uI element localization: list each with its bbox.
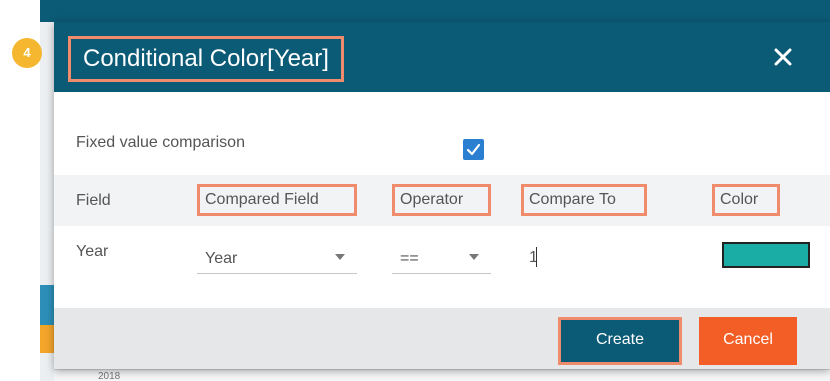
background-chart-segment [40, 285, 54, 325]
close-icon[interactable] [770, 44, 796, 70]
compared-field-select[interactable]: Year [197, 244, 357, 274]
compare-to-input[interactable] [521, 243, 647, 273]
operator-value: == [400, 250, 419, 267]
checkmark-icon [466, 143, 481, 156]
create-button[interactable]: Create [558, 317, 682, 365]
row-field-label: Year [76, 243, 109, 260]
caret-down-icon [469, 254, 479, 260]
dialog-header: Conditional Color[Year] [54, 22, 830, 92]
background-chart-segment [40, 325, 54, 353]
background-year-label: 2018 [98, 371, 121, 381]
background-table-row [54, 369, 830, 381]
column-header-operator: Operator [392, 184, 491, 216]
conditional-color-dialog: Conditional Color[Year] Fixed value comp… [54, 22, 830, 369]
fixed-value-comparison-label: Fixed value comparison [76, 134, 245, 151]
text-cursor [536, 247, 537, 267]
step-badge: 4 [12, 38, 42, 68]
operator-select[interactable]: == [392, 244, 491, 274]
compared-field-value: Year [205, 250, 238, 267]
fixed-value-checkbox[interactable] [463, 139, 484, 160]
dialog-title: Conditional Color[Year] [68, 36, 344, 82]
column-header-compared-field: Compared Field [197, 184, 357, 216]
background-header-bar [40, 0, 830, 22]
column-header-color: Color [712, 184, 780, 216]
caret-down-icon [335, 254, 345, 260]
column-header-field: Field [76, 192, 111, 209]
color-picker-swatch[interactable] [722, 242, 810, 268]
cancel-button[interactable]: Cancel [699, 317, 797, 365]
column-header-compare-to: Compare To [521, 184, 647, 216]
